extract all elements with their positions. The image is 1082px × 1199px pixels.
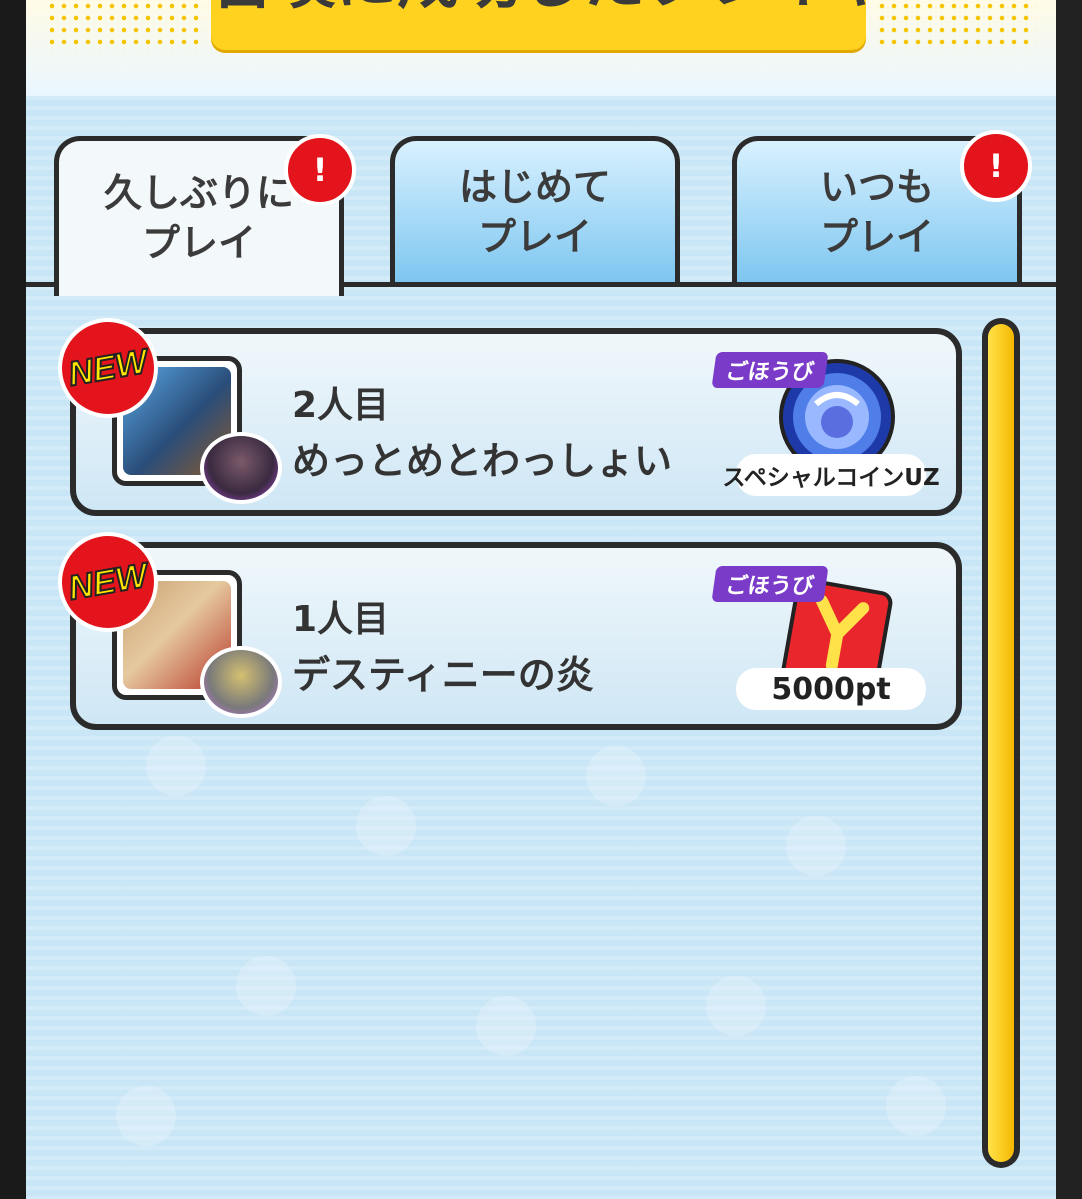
tab-label-line2: プレイ: [819, 214, 934, 259]
player-name: めっとめとわっしょい: [292, 439, 673, 483]
reward-name: 5000pt: [736, 668, 926, 710]
tab-notification-badge: !: [284, 134, 356, 206]
background-decor: [886, 1076, 946, 1136]
header-dots-left: [46, 0, 206, 52]
background-decor: [146, 736, 206, 796]
player-list-area: 久しぶりに プレイ ! はじめて プレイ いつも プレイ ! NEW 2人目 め…: [26, 96, 1056, 1199]
companion-icon: [200, 646, 282, 718]
background-decor: [706, 976, 766, 1036]
player-order: 1人目: [292, 599, 390, 640]
background-decor: [476, 996, 536, 1056]
header-title: 召喚に成功したプレイヤー: [211, 0, 953, 20]
background-decor: [116, 1086, 176, 1146]
tab-label-line1: はじめて: [458, 165, 611, 210]
right-edge: [1056, 0, 1082, 1199]
tab-first-time-play[interactable]: はじめて プレイ: [390, 136, 680, 284]
reward-label: ごほうび: [711, 352, 829, 388]
background-decor: [586, 746, 646, 806]
background-decor: [236, 956, 296, 1016]
player-card[interactable]: NEW 2人目 めっとめとわっしょい ごほうび スペシャルコインUZ: [50, 310, 962, 516]
reward-name: スペシャルコインUZ: [722, 454, 940, 496]
tab-label-line2: プレイ: [141, 220, 256, 265]
header-banner: 召喚に成功したプレイヤー: [211, 0, 953, 50]
tab-label-line2: プレイ: [477, 214, 592, 259]
scrollbar[interactable]: [982, 318, 1020, 1168]
background-decor: [786, 816, 846, 876]
reward-label: ごほうび: [711, 566, 829, 602]
background-decor: [356, 796, 416, 856]
tab-notification-badge: !: [960, 130, 1032, 202]
tab-label-line1: いつも: [819, 165, 934, 210]
new-badge-label: NEW: [65, 341, 152, 394]
player-card[interactable]: NEW 1人目 デスティニーの炎 ごほうび 5000pt: [50, 524, 962, 730]
new-badge-label: NEW: [65, 555, 152, 608]
scrollbar-thumb[interactable]: [988, 324, 1014, 1162]
summon-result-panel: 召喚に成功したプレイヤー 久しぶりに プレイ ! はじめて プレイ いつも プレ…: [26, 0, 1056, 1199]
active-tab-joiner: [59, 282, 339, 288]
tab-label-line1: 久しぶりに: [103, 171, 294, 216]
player-order: 2人目: [292, 385, 390, 426]
player-name: デスティニーの炎: [292, 653, 594, 697]
header: 召喚に成功したプレイヤー: [26, 0, 1056, 96]
companion-icon: [200, 432, 282, 504]
